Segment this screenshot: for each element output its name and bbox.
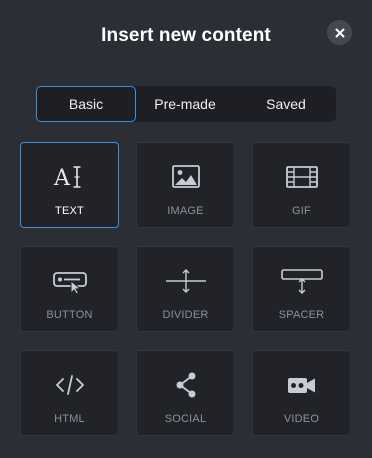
content-item-label: GIF: [292, 205, 311, 217]
content-item-label: BUTTON: [46, 309, 93, 321]
close-button[interactable]: [327, 20, 352, 45]
content-item-label: HTML: [54, 413, 85, 425]
content-item-image[interactable]: IMAGE: [136, 142, 235, 228]
divider-icon: [137, 265, 234, 297]
content-item-video[interactable]: VIDEO: [252, 350, 351, 436]
content-item-label: DIVIDER: [162, 309, 209, 321]
text-icon: A: [21, 161, 118, 193]
content-item-html[interactable]: HTML: [20, 350, 119, 436]
content-tabs: Basic Pre-made Saved: [36, 86, 336, 122]
close-icon: [335, 28, 344, 37]
film-icon: [253, 161, 350, 193]
video-icon: [253, 369, 350, 401]
content-item-label: TEXT: [55, 205, 84, 217]
content-item-label: SPACER: [278, 309, 325, 321]
tab-saved[interactable]: Saved: [236, 86, 336, 122]
spacer-icon: [253, 265, 350, 297]
svg-text:A: A: [53, 166, 71, 191]
content-item-gif[interactable]: GIF: [252, 142, 351, 228]
content-item-label: IMAGE: [167, 205, 204, 217]
content-item-label: SOCIAL: [164, 413, 207, 425]
content-item-label: VIDEO: [283, 413, 320, 425]
dialog-title: Insert new content: [101, 25, 271, 46]
insert-content-dialog: Insert new content Basic Pre-made Saved …: [0, 0, 372, 458]
content-item-text[interactable]: A TEXT: [20, 142, 119, 228]
button-icon: [21, 265, 118, 297]
tab-pre-made[interactable]: Pre-made: [136, 86, 234, 122]
content-item-divider[interactable]: DIVIDER: [136, 246, 235, 332]
share-icon: [137, 369, 234, 401]
content-item-spacer[interactable]: SPACER: [252, 246, 351, 332]
tab-basic[interactable]: Basic: [36, 86, 136, 122]
code-icon: [21, 369, 118, 401]
content-item-social[interactable]: SOCIAL: [136, 350, 235, 436]
content-item-button[interactable]: BUTTON: [20, 246, 119, 332]
image-icon: [137, 161, 234, 193]
